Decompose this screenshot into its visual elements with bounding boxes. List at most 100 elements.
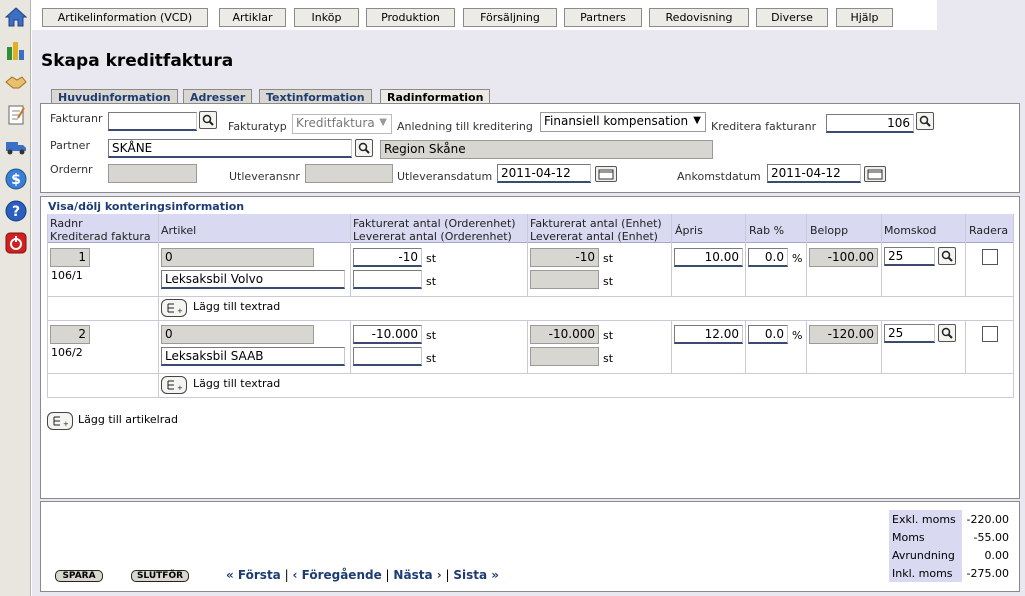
anledning-select[interactable]: Finansiell kompensation ▼ — [540, 112, 706, 132]
ankomstdatum-input[interactable]: 2011-04-12 — [767, 164, 861, 183]
handshake-icon[interactable] — [4, 70, 27, 93]
svg-text:+c: +c — [177, 307, 183, 314]
power-icon[interactable] — [4, 231, 27, 254]
grid-line — [806, 320, 807, 373]
tab-adresser[interactable]: Adresser — [183, 89, 253, 104]
svg-text:?: ? — [11, 204, 19, 220]
kreditera-input[interactable]: 106 — [826, 114, 914, 133]
col-rab: Rab % — [749, 224, 785, 237]
col-momskod: Momskod — [884, 224, 937, 237]
row-lev-order-input[interactable] — [353, 270, 422, 289]
partner-search-button[interactable] — [355, 139, 373, 157]
menu-forsaljning[interactable]: Försäljning — [463, 8, 557, 27]
utleveransnr-field — [305, 164, 393, 183]
row-momskod-input[interactable]: 25 — [884, 247, 935, 266]
row-apris-input[interactable]: 10.00 — [674, 248, 743, 267]
momskod-search-button[interactable] — [938, 324, 956, 342]
row-belopp-field: -120.00 — [809, 325, 878, 344]
add-textrow-icon[interactable]: +c — [161, 376, 187, 394]
chart-icon[interactable] — [4, 38, 27, 61]
calendar-icon[interactable] — [864, 166, 886, 182]
pager-prev-link[interactable]: ‹ Föregående — [292, 568, 381, 582]
unit-label: st — [426, 329, 437, 342]
delete-row-checkbox[interactable] — [982, 326, 998, 342]
menu-artikelinformation[interactable]: Artikelinformation (VCD) — [42, 8, 208, 27]
row-rab-input[interactable]: 0.0 — [748, 248, 788, 267]
row-rab-input[interactable]: 0.0 — [748, 325, 788, 344]
percent-label: % — [792, 329, 803, 342]
delete-row-checkbox[interactable] — [982, 249, 998, 265]
add-articlerow-icon[interactable]: +c — [47, 412, 73, 430]
tab-textinformation[interactable]: Textinformation — [259, 89, 372, 104]
col-fakt-order: Fakturerat antal (Orderenhet) — [353, 217, 516, 230]
tab-radinformation[interactable]: Radinformation — [380, 89, 491, 104]
unit-label: st — [426, 352, 437, 365]
row-artikel-input[interactable]: Leksaksbil Volvo — [161, 270, 345, 289]
row-artikel-input[interactable]: Leksaksbil SAAB — [161, 347, 345, 366]
summary-value: 0.00 — [962, 546, 1012, 564]
col-artikel: Artikel — [161, 224, 197, 237]
row-kredit-ref: 106/2 — [51, 346, 83, 359]
summary-table: Exkl. moms -220.00 Moms -55.00 Avrundning 0… — [889, 510, 1012, 582]
add-articlerow-link[interactable]: Lägg till artikelrad — [78, 413, 178, 426]
menu-inkop[interactable]: Inköp — [294, 8, 359, 27]
row-fakt-order-input[interactable]: -10.000 — [353, 325, 422, 344]
row-fakt-order-input[interactable]: -10 — [353, 248, 422, 267]
summary-label: Inkl. moms — [889, 564, 962, 582]
summary-row: Inkl. moms -275.00 — [889, 564, 1012, 582]
help-icon[interactable]: ? — [4, 199, 27, 222]
tab-huvudinformation[interactable]: Huvudinformation — [51, 89, 178, 104]
grid-line — [527, 214, 528, 296]
toggle-accounting-link[interactable]: Visa/dölj konteringsinformation — [48, 200, 244, 213]
momskod-search-button[interactable] — [938, 247, 956, 265]
pager-separator: | — [284, 568, 289, 582]
pager-last-link[interactable]: Sista » — [453, 568, 499, 582]
dollar-icon[interactable]: $ — [4, 167, 27, 190]
unit-label: st — [603, 329, 614, 342]
fakturanr-search-button[interactable] — [199, 111, 217, 129]
document-icon[interactable] — [4, 103, 27, 126]
ordernr-field — [108, 164, 197, 183]
home-icon[interactable] — [4, 5, 27, 28]
summary-row: Moms -55.00 — [889, 528, 1012, 546]
summary-label: Exkl. moms — [889, 510, 962, 528]
row-momskod-input[interactable]: 25 — [884, 324, 935, 343]
pager: « Första | ‹ Föregående | Nästa › | Sist… — [226, 568, 499, 582]
pager-first-link[interactable]: « Första — [226, 568, 281, 582]
grid-line — [881, 320, 882, 373]
menu-diverse[interactable]: Diverse — [756, 8, 828, 27]
add-textrow-link[interactable]: Lägg till textrad — [193, 377, 280, 390]
fakturanr-input[interactable] — [108, 112, 197, 131]
row-lev-order-input[interactable] — [353, 347, 422, 366]
truck-icon[interactable] — [4, 135, 27, 158]
col-apris: Ápris — [675, 224, 703, 237]
save-button[interactable]: SPARA — [55, 570, 103, 582]
add-textrow-link[interactable]: Lägg till textrad — [193, 300, 280, 313]
col-radnr: Radnr — [50, 217, 83, 230]
pager-next-link[interactable]: Nästa › — [393, 568, 441, 582]
kreditera-search-button[interactable] — [916, 112, 934, 130]
row-artikelnr-field: 0 — [161, 325, 314, 344]
calendar-icon[interactable] — [595, 166, 617, 182]
grid-line — [965, 320, 966, 373]
col-fakt-enhet: Fakturerat antal (Enhet) — [530, 217, 662, 230]
menu-hjalp[interactable]: Hjälp — [836, 8, 893, 27]
summary-row: Avrundning 0.00 — [889, 546, 1012, 564]
fakturatyp-value: Kreditfaktura — [296, 116, 375, 130]
finish-button[interactable]: SLUTFÖR — [131, 570, 189, 582]
add-textrow-icon[interactable]: +c — [161, 299, 187, 317]
grid-line — [745, 214, 746, 296]
menu-artiklar[interactable]: Artiklar — [219, 8, 286, 27]
menu-redovisning[interactable]: Redovisning — [649, 8, 749, 27]
unit-label: st — [603, 275, 614, 288]
menu-partners[interactable]: Partners — [564, 8, 642, 27]
svg-text:+c: +c — [177, 384, 183, 391]
menu-produktion[interactable]: Produktion — [366, 8, 455, 27]
partner-input[interactable]: SKÅNE — [108, 139, 352, 158]
summary-value: -275.00 — [962, 564, 1012, 582]
fakturatyp-select[interactable]: Kreditfaktura ▼ — [292, 114, 392, 134]
search-icon — [202, 114, 214, 126]
chevron-down-icon: ▼ — [379, 117, 387, 128]
row-apris-input[interactable]: 12.00 — [674, 325, 743, 344]
utleveransdatum-input[interactable]: 2011-04-12 — [497, 164, 591, 183]
